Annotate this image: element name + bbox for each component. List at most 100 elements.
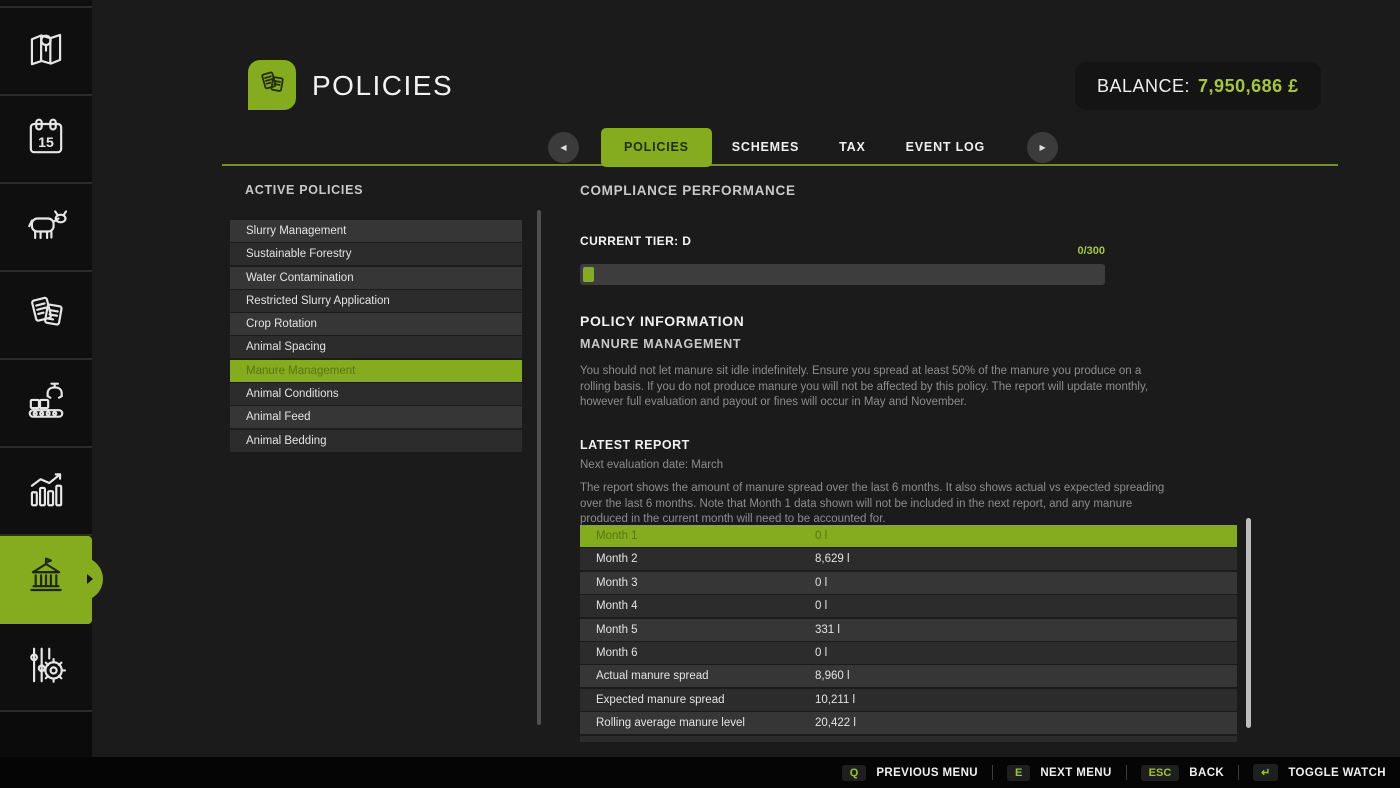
row-label: Expected manure spread [580, 689, 815, 711]
next-menu-button[interactable]: E NEXT MENU [1007, 765, 1112, 781]
sidebar-item-settings[interactable] [0, 624, 92, 712]
prev-tab-button[interactable]: ◀ [548, 132, 579, 163]
table-row-selected[interactable]: Month 1 0 l [580, 525, 1237, 547]
policy-list-item[interactable]: Water Contamination [230, 267, 522, 289]
back-label: BACK [1189, 767, 1224, 779]
policy-list-item[interactable]: Animal Spacing [230, 336, 522, 358]
production-icon [20, 375, 72, 432]
page-title: POLICIES [312, 70, 453, 102]
bar-chart-icon [20, 463, 72, 520]
row-value: 20,422 l [815, 712, 1237, 734]
policy-description: You should not let manure sit idle indef… [580, 364, 1168, 411]
row-value: 8,960 l [815, 665, 1237, 687]
balance-display: BALANCE: 7,950,686 £ [1075, 62, 1321, 110]
tab-event-log[interactable]: EVENT LOG [886, 128, 1005, 167]
table-row[interactable]: Month 6 0 l [580, 642, 1237, 664]
row-label: Actual manure spread [580, 665, 815, 687]
hotkey-bar: Q PREVIOUS MENU E NEXT MENU ESC BACK ↵ T… [0, 757, 1400, 788]
progress-fill [583, 267, 594, 282]
calendar-icon: 15 [20, 111, 72, 168]
active-policies-heading: ACTIVE POLICIES [245, 183, 363, 197]
arrow-right-icon: ▶ [1040, 143, 1046, 152]
policy-list-item[interactable]: Restricted Slurry Application [230, 290, 522, 312]
next-tab-button[interactable]: ▶ [1027, 132, 1058, 163]
panel-scrollbar[interactable] [537, 210, 541, 725]
sidebar-item-map[interactable] [0, 8, 92, 96]
map-icon [20, 23, 72, 80]
table-row[interactable]: Month 3 0 l [580, 572, 1237, 594]
policy-name-heading: MANURE MANAGEMENT [580, 337, 741, 351]
policy-list-item[interactable]: Animal Bedding [230, 430, 522, 452]
sidebar-item-clipped [0, 0, 92, 8]
toggle-watch-label: TOGGLE WATCH [1288, 767, 1386, 779]
latest-report-heading: LATEST REPORT [580, 438, 690, 452]
table-row[interactable]: Month 2 8,629 l [580, 548, 1237, 570]
policy-information-heading: POLICY INFORMATION [580, 313, 744, 329]
table-scrollbar[interactable] [1246, 518, 1251, 728]
arrow-left-icon: ◀ [560, 143, 566, 152]
sliders-gear-icon [20, 639, 72, 696]
row-value: 0 l [815, 642, 1237, 664]
sidebar-item-production[interactable] [0, 360, 92, 448]
table-row[interactable]: Expected manure spread 10,211 l [580, 689, 1237, 711]
row-value: 0 l [815, 525, 1237, 547]
sidebar-item-statistics[interactable] [0, 448, 92, 536]
row-value [815, 736, 1237, 742]
row-label: Month 2 [580, 548, 815, 570]
progress-value-label: 0/300 [580, 245, 1105, 257]
table-row[interactable]: Rolling average manure level 20,422 l [580, 712, 1237, 734]
report-description: The report shows the amount of manure sp… [580, 481, 1168, 528]
page-icon [248, 60, 296, 110]
previous-menu-label: PREVIOUS MENU [876, 767, 978, 779]
row-value: 0 l [815, 572, 1237, 594]
policy-list-item[interactable]: Animal Conditions [230, 383, 522, 405]
back-button[interactable]: ESC BACK [1141, 765, 1224, 781]
table-row[interactable]: Month 5 331 l [580, 619, 1237, 641]
row-value: 0 l [815, 595, 1237, 617]
balance-label: BALANCE: [1097, 76, 1190, 97]
next-menu-label: NEXT MENU [1040, 767, 1111, 779]
row-value: 331 l [815, 619, 1237, 641]
next-evaluation-date: Next evaluation date: March [580, 459, 723, 471]
footer-divider [992, 765, 993, 780]
key-esc: ESC [1141, 765, 1180, 781]
toggle-watch-button[interactable]: ↵ TOGGLE WATCH [1253, 764, 1386, 781]
sidebar-item-animals[interactable] [0, 184, 92, 272]
policies-screen: 15 [0, 0, 1400, 788]
row-label [580, 736, 815, 742]
cow-icon [20, 199, 72, 256]
policies-documents-icon [254, 65, 290, 106]
tab-bar: ◀ POLICIES SCHEMES TAX EVENT LOG ▶ [548, 128, 1058, 167]
sidebar-item-finances[interactable] [0, 536, 92, 624]
previous-menu-button[interactable]: Q PREVIOUS MENU [842, 765, 978, 781]
policy-list-item[interactable]: Slurry Management [230, 220, 522, 242]
table-row[interactable]: Month 4 0 l [580, 595, 1237, 617]
footer-divider [1126, 765, 1127, 780]
documents-icon [20, 287, 72, 344]
policy-list-item[interactable]: Sustainable Forestry [230, 243, 522, 265]
row-label: Month 3 [580, 572, 815, 594]
sidebar-item-calendar[interactable]: 15 [0, 96, 92, 184]
policy-list-item-selected[interactable]: Manure Management [230, 360, 522, 382]
tab-tax[interactable]: TAX [819, 128, 885, 167]
key-e: E [1007, 765, 1030, 781]
active-tab-pointer [81, 557, 103, 601]
balance-value: 7,950,686 £ [1198, 76, 1299, 97]
row-label: Month 4 [580, 595, 815, 617]
row-value: 8,629 l [815, 548, 1237, 570]
sidebar-item-contracts[interactable] [0, 272, 92, 360]
policy-list-item[interactable]: Crop Rotation [230, 313, 522, 335]
enter-key-icon: ↵ [1253, 764, 1278, 781]
table-row[interactable]: Actual manure spread 8,960 l [580, 665, 1237, 687]
compliance-progress-bar [580, 264, 1105, 285]
row-label: Month 1 [580, 525, 815, 547]
policy-list-item[interactable]: Animal Feed [230, 406, 522, 428]
compliance-heading: COMPLIANCE PERFORMANCE [580, 183, 796, 198]
sidebar-nav: 15 [0, 0, 92, 757]
tab-policies[interactable]: POLICIES [601, 128, 712, 167]
row-value: 10,211 l [815, 689, 1237, 711]
bank-icon [20, 551, 72, 608]
table-row-clipped [580, 736, 1237, 742]
tab-schemes[interactable]: SCHEMES [712, 128, 819, 167]
row-label: Rolling average manure level [580, 712, 815, 734]
